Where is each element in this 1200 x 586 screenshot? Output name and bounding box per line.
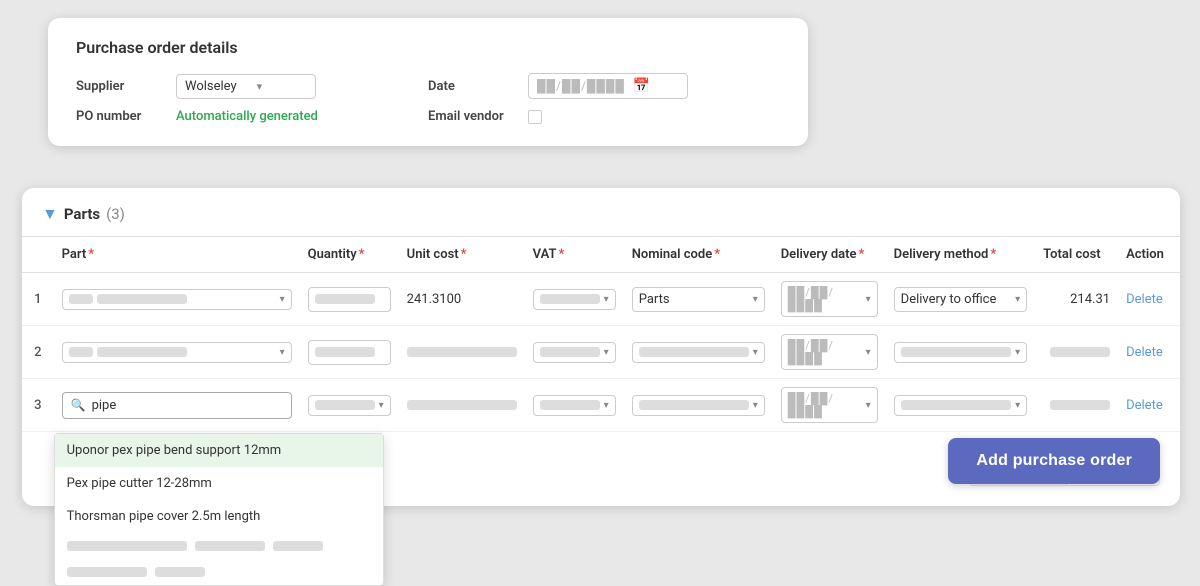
supplier-label: Supplier: [76, 79, 166, 94]
row-3-vat[interactable]: ▾: [525, 379, 624, 432]
row-2-part[interactable]: ▾: [54, 326, 300, 379]
row-2-unit-cost: [399, 326, 525, 379]
parts-card: ▼ Parts (3) Part* Quantity* Unit cost* V…: [22, 188, 1180, 506]
parts-count: (3): [106, 205, 125, 223]
row-2-delivery-date[interactable]: ██/██/████ ▾: [773, 326, 886, 379]
col-delivery-method-header: Delivery method*: [886, 237, 1036, 273]
row-1-total-cost: 214.31: [1035, 273, 1118, 326]
row-1-part[interactable]: ▾: [54, 273, 300, 326]
row-1-quantity[interactable]: [300, 273, 399, 326]
po-details-title: Purchase order details: [76, 38, 780, 57]
po-number-value: Automatically generated: [176, 109, 318, 124]
row-2-delete[interactable]: Delete: [1118, 326, 1180, 379]
suggestion-item[interactable]: Thorsman pipe cover 2.5m length: [55, 500, 383, 533]
row-2-nominal[interactable]: ▾: [624, 326, 773, 379]
parts-table: Part* Quantity* Unit cost* VAT* Nominal …: [22, 236, 1180, 432]
row-2-num: 2: [22, 326, 54, 379]
calendar-icon: 📅: [633, 78, 650, 94]
row-2-delivery-method[interactable]: ▾: [886, 326, 1036, 379]
col-num-header: [22, 237, 54, 273]
row-3-delete[interactable]: Delete: [1118, 379, 1180, 432]
row-1-delivery-method[interactable]: Delivery to office ▾: [886, 273, 1036, 326]
date-placeholder: ██/██/████: [537, 79, 625, 93]
col-vat-header: VAT*: [525, 237, 624, 273]
search-icon: 🔍: [71, 398, 86, 412]
row-3-total-cost: [1035, 379, 1118, 432]
row-1-nominal[interactable]: Parts ▾: [624, 273, 773, 326]
supplier-select[interactable]: Wolseley ▾: [176, 74, 316, 99]
col-action-header: Action: [1118, 237, 1180, 273]
row-3-num: 3: [22, 379, 54, 432]
row-2-total-cost: [1035, 326, 1118, 379]
row-1-unit-cost: 241.3100: [399, 273, 525, 326]
row-3-quantity[interactable]: ▾: [300, 379, 399, 432]
row-3-delivery-date[interactable]: ██/██/████ ▾: [773, 379, 886, 432]
row-1-delivery-date[interactable]: ██/██/████ ▾: [773, 273, 886, 326]
col-nominal-header: Nominal code*: [624, 237, 773, 273]
date-input[interactable]: ██/██/████ 📅: [528, 73, 688, 99]
row-3-unit-cost: [399, 379, 525, 432]
po-details-card: Purchase order details Supplier Wolseley…: [48, 18, 808, 146]
add-purchase-order-button[interactable]: Add purchase order: [948, 438, 1160, 484]
part-search-input-wrap[interactable]: 🔍 pipe: [62, 392, 292, 419]
parts-collapse-icon[interactable]: ▼: [42, 204, 58, 224]
po-number-label: PO number: [76, 109, 166, 124]
col-unit-cost-header: Unit cost*: [399, 237, 525, 273]
supplier-dropdown-arrow: ▾: [257, 80, 263, 93]
col-delivery-date-header: Delivery date*: [773, 237, 886, 273]
row-3-part[interactable]: 🔍 pipe Uponor pex pipe bend support 12mm…: [54, 379, 300, 432]
suggestion-item[interactable]: Pex pipe cutter 12-28mm: [55, 467, 383, 500]
supplier-value: Wolseley: [185, 79, 237, 94]
table-row: 1 ▾ 241.3100: [22, 273, 1180, 326]
email-vendor-checkbox[interactable]: [528, 110, 542, 124]
row-3-nominal[interactable]: ▾: [624, 379, 773, 432]
row-2-quantity[interactable]: [300, 326, 399, 379]
date-label: Date: [428, 79, 518, 94]
col-part-header: Part*: [54, 237, 300, 273]
col-total-cost-header: Total cost: [1035, 237, 1118, 273]
row-3-delivery-method[interactable]: ▾: [886, 379, 1036, 432]
suggestion-item[interactable]: Uponor pex pipe bend support 12mm: [55, 434, 383, 467]
row-1-num: 1: [22, 273, 54, 326]
col-quantity-header: Quantity*: [300, 237, 399, 273]
suggestion-list: Uponor pex pipe bend support 12mm Pex pi…: [54, 433, 384, 586]
parts-title: Parts: [64, 205, 100, 223]
table-row: 2 ▾: [22, 326, 1180, 379]
row-1-delete[interactable]: Delete: [1118, 273, 1180, 326]
search-input-text[interactable]: pipe: [92, 398, 117, 413]
table-row: 3 🔍 pipe Uponor pex pipe bend support 12…: [22, 379, 1180, 432]
row-1-vat[interactable]: ▾: [525, 273, 624, 326]
email-vendor-label: Email vendor: [428, 109, 518, 124]
row-2-vat[interactable]: ▾: [525, 326, 624, 379]
